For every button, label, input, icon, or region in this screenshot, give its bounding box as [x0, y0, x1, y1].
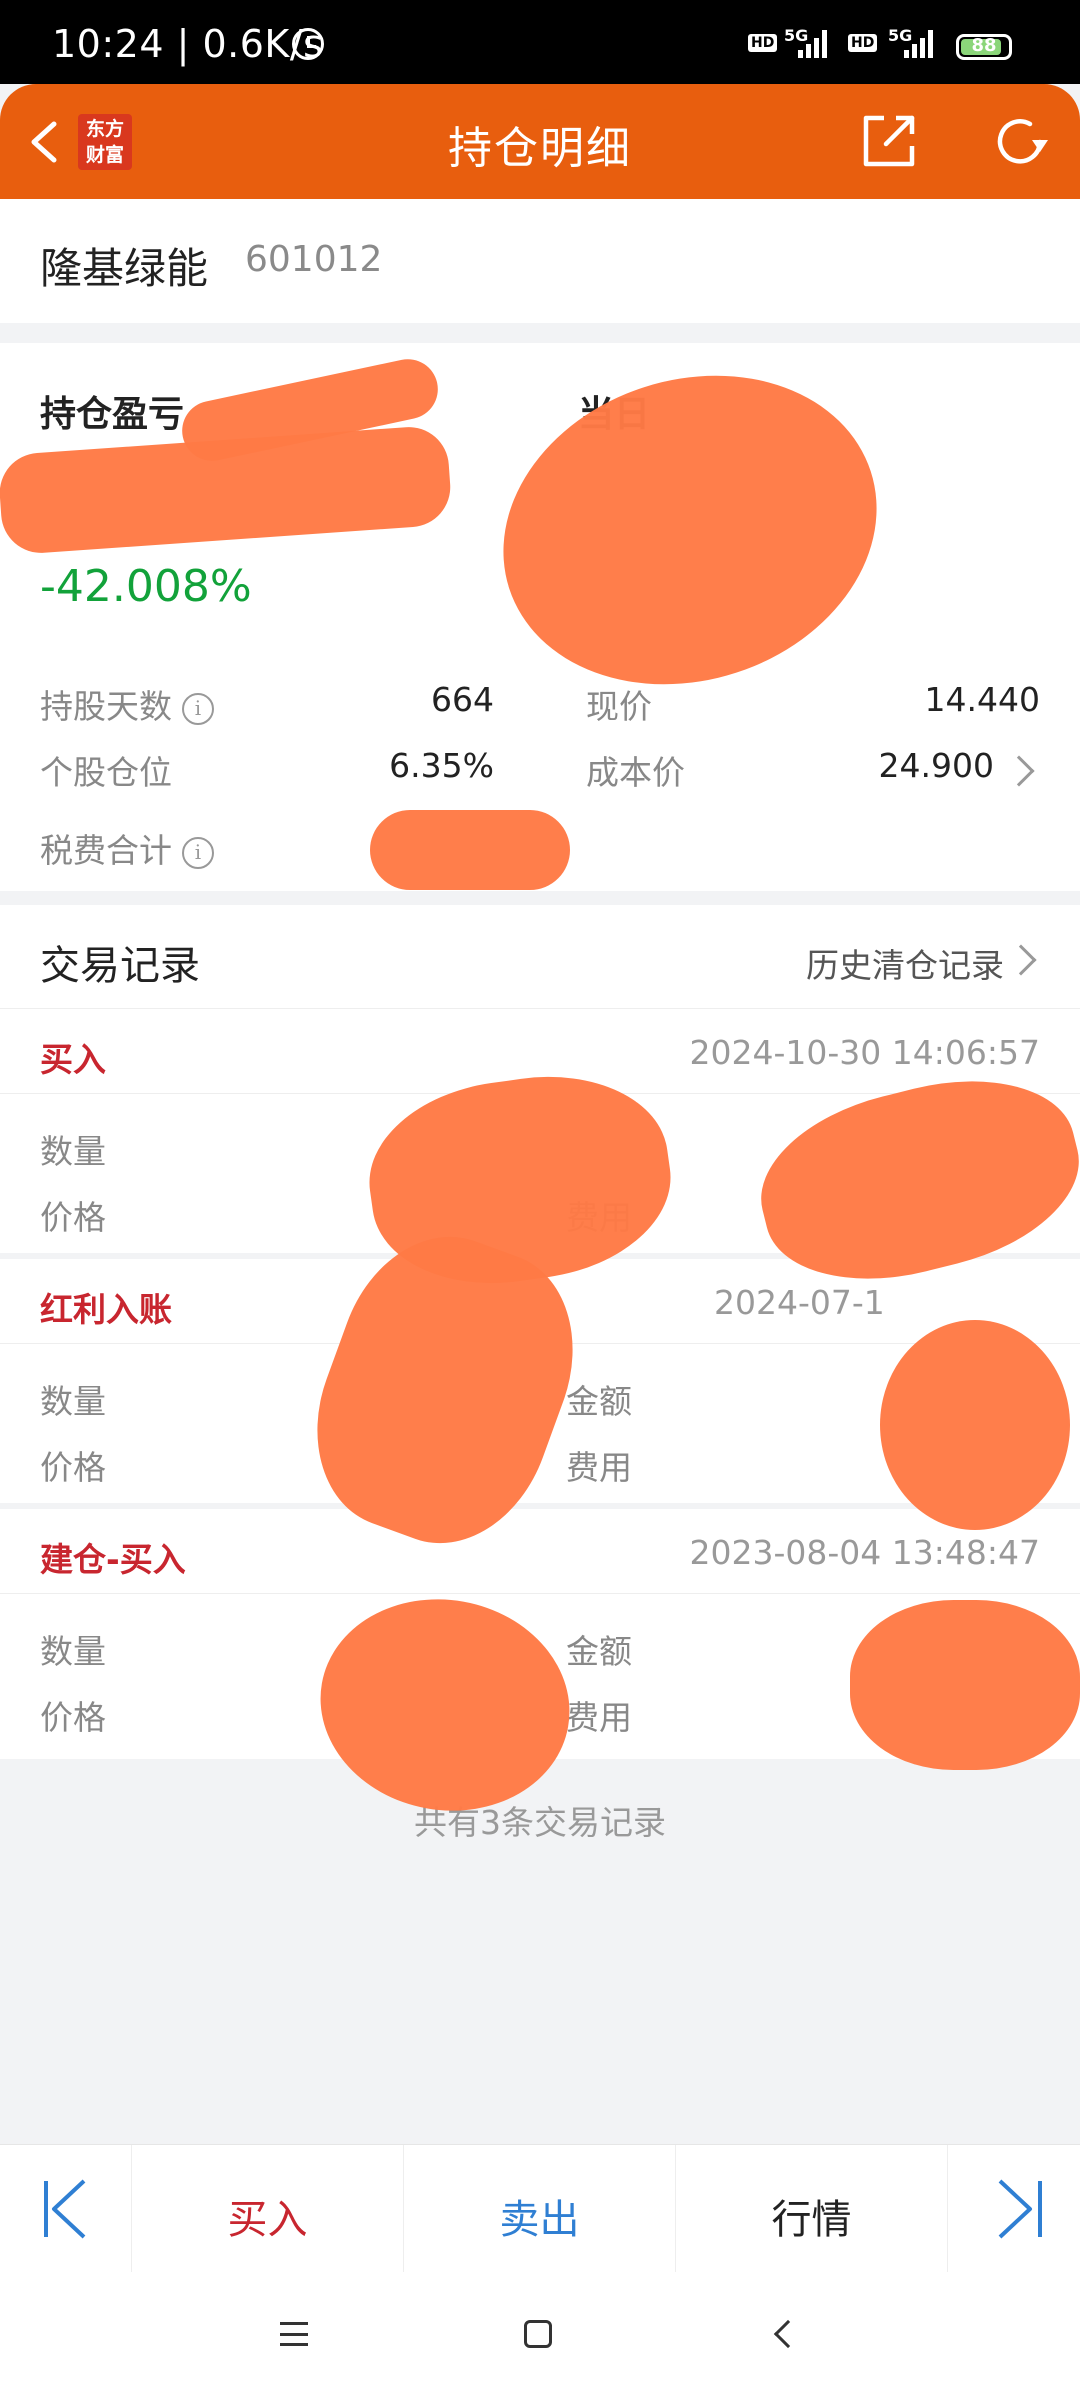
redaction-mark: [850, 1600, 1080, 1770]
qty-label: 数量: [40, 1632, 106, 1671]
app-header: 东方 财富 持仓明细: [0, 84, 1080, 199]
fee-label: 费用: [566, 1448, 632, 1487]
quote-button[interactable]: 行情: [676, 2145, 948, 2273]
info-icon[interactable]: i: [182, 693, 214, 725]
sell-button[interactable]: 卖出: [404, 2145, 676, 2273]
redaction-mark: [880, 1320, 1070, 1530]
status-time: 10:24 | 0.6K/s: [52, 22, 324, 66]
battery-icon: 88: [956, 34, 1012, 60]
trade-type: 红利入账: [40, 1290, 172, 1329]
trade-time: 2023-08-04 13:48:47: [689, 1533, 1040, 1572]
stock-name: 隆基绿能: [40, 244, 209, 293]
menu-icon[interactable]: [280, 2322, 308, 2346]
skip-last-icon[interactable]: [988, 2171, 1048, 2247]
position-ratio-label: 个股仓位: [40, 753, 172, 792]
share-icon[interactable]: [858, 110, 920, 172]
pl-label: 持仓盈亏: [40, 394, 185, 435]
fee-label: 费用: [566, 1698, 632, 1737]
trade-type: 买入: [40, 1040, 106, 1079]
trade-time: 2024-07-1: [714, 1283, 885, 1322]
system-nav-bar: [0, 2272, 1080, 2400]
price-label: 现价: [586, 687, 652, 726]
hd-badge: HD: [748, 34, 778, 52]
stock-info: 隆基绿能 601012: [0, 199, 1080, 323]
hold-days-label: 持股天数 i: [40, 680, 214, 728]
stock-code: 601012: [245, 239, 383, 280]
price-value: 14.440: [924, 680, 1040, 719]
price-label: 价格: [40, 1448, 106, 1487]
status-bar: 10:24 | 0.6K/s HD 5G HD 5G 88: [0, 0, 1080, 84]
chevron-right-icon[interactable]: [1003, 755, 1035, 787]
home-icon[interactable]: [524, 2320, 552, 2348]
cost-value[interactable]: 24.900: [760, 746, 994, 785]
pl-percent: -42.008%: [40, 561, 252, 612]
records-title: 交易记录: [40, 943, 200, 989]
fee-total-label: 税费合计 i: [40, 824, 214, 872]
amount-label: 金额: [566, 1382, 632, 1421]
signal-icon: [798, 30, 828, 58]
position-ratio-value: 6.35%: [389, 746, 494, 785]
hd-badge-2: HD: [848, 34, 878, 52]
redaction-mark: [370, 810, 570, 890]
records-count: 共有3条交易记录: [414, 1803, 666, 1842]
skip-first-icon[interactable]: [38, 2171, 98, 2247]
nav-back-icon[interactable]: [773, 2319, 803, 2349]
last-stock-button[interactable]: [948, 2145, 1080, 2273]
qty-label: 数量: [40, 1132, 106, 1171]
chevron-right-icon[interactable]: [1005, 944, 1037, 976]
cost-label: 成本价: [586, 753, 685, 792]
amount-label: 金额: [566, 1632, 632, 1671]
alarm-icon: [292, 28, 324, 60]
signal-icon-2: [904, 30, 934, 58]
battery-level: 88: [971, 35, 997, 56]
trade-type: 建仓-买入: [40, 1540, 186, 1579]
history-clearance-link[interactable]: 历史清仓记录: [806, 939, 1004, 987]
info-icon[interactable]: i: [182, 837, 214, 869]
qty-label: 数量: [40, 1382, 106, 1421]
refresh-icon[interactable]: [988, 110, 1052, 174]
price-label: 价格: [40, 1198, 106, 1237]
first-stock-button[interactable]: [0, 2145, 132, 2273]
trade-time: 2024-10-30 14:06:57: [689, 1033, 1040, 1072]
records-header: 交易记录 历史清仓记录: [0, 905, 1080, 1009]
hold-days-value: 664: [431, 680, 494, 719]
action-bar: 买入 卖出 行情: [0, 2144, 1080, 2273]
buy-button[interactable]: 买入: [132, 2145, 404, 2273]
price-label: 价格: [40, 1698, 106, 1737]
